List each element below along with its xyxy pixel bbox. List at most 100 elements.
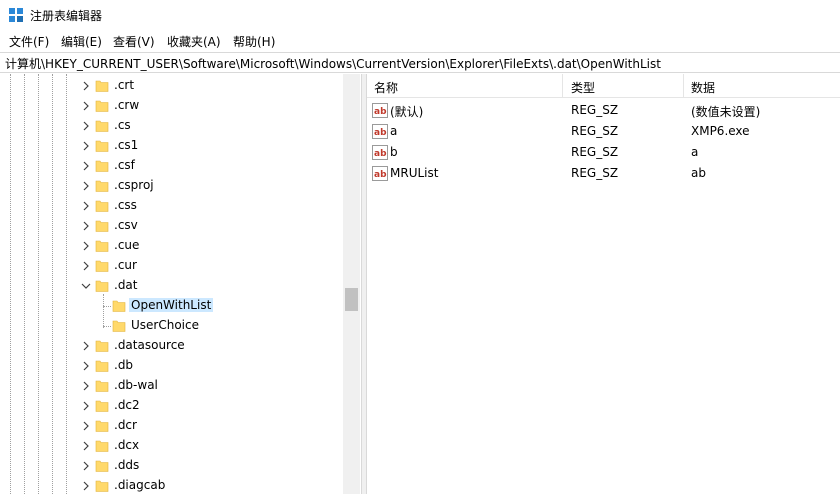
tree-item-label[interactable]: .cue	[112, 238, 141, 252]
tree-item-label[interactable]: .dcx	[112, 438, 141, 452]
chevron-right-icon[interactable]	[80, 260, 92, 272]
tree-item[interactable]: OpenWithList	[0, 296, 345, 316]
tree-item-label[interactable]: .dcr	[112, 418, 139, 432]
chevron-right-icon[interactable]	[80, 400, 92, 412]
tree-item[interactable]: .crt	[0, 76, 345, 96]
folder-icon	[95, 440, 109, 452]
tree-item[interactable]: .csv	[0, 216, 345, 236]
tree-item-label[interactable]: .db	[112, 358, 135, 372]
tree-item-label[interactable]: OpenWithList	[129, 298, 214, 312]
tree-item[interactable]: .crw	[0, 96, 345, 116]
tree-item[interactable]: .csproj	[0, 176, 345, 196]
chevron-right-icon[interactable]	[80, 460, 92, 472]
chevron-right-icon[interactable]	[80, 340, 92, 352]
tree-item[interactable]: UserChoice	[0, 316, 345, 336]
string-value-icon: ab	[372, 103, 388, 118]
tree-item[interactable]: .cs	[0, 116, 345, 136]
tree-item[interactable]: .dds	[0, 456, 345, 476]
chevron-right-icon[interactable]	[80, 440, 92, 452]
tree-item-label[interactable]: .css	[112, 198, 139, 212]
folder-icon	[95, 200, 109, 212]
value-type: REG_SZ	[571, 103, 619, 117]
string-value-icon: ab	[372, 145, 388, 160]
menu-view[interactable]: 查看(V)	[112, 33, 156, 50]
column-name[interactable]: 名称	[374, 79, 398, 96]
chevron-right-icon[interactable]	[80, 160, 92, 172]
chevron-right-icon[interactable]	[80, 80, 92, 92]
menu-help[interactable]: 帮助(H)	[232, 33, 276, 50]
tree-item[interactable]: .db	[0, 356, 345, 376]
tree-item[interactable]: .dcr	[0, 416, 345, 436]
tree-item-label[interactable]: .cs1	[112, 138, 140, 152]
chevron-right-icon[interactable]	[80, 120, 92, 132]
chevron-right-icon[interactable]	[80, 140, 92, 152]
address-path[interactable]: 计算机\HKEY_CURRENT_USER\Software\Microsoft…	[5, 55, 661, 72]
column-divider[interactable]	[683, 74, 684, 98]
chevron-right-icon[interactable]	[80, 480, 92, 492]
tree-item-label[interactable]: .dat	[112, 278, 140, 292]
folder-icon	[95, 220, 109, 232]
tree-item[interactable]: .cs1	[0, 136, 345, 156]
tree-item[interactable]: .cue	[0, 236, 345, 256]
tree-item-label[interactable]: .db-wal	[112, 378, 160, 392]
tree-item[interactable]: .cur	[0, 256, 345, 276]
tree-item-label[interactable]: .dc2	[112, 398, 142, 412]
tree-item[interactable]: .css	[0, 196, 345, 216]
column-divider[interactable]	[562, 74, 563, 98]
address-bar[interactable]: 计算机\HKEY_CURRENT_USER\Software\Microsoft…	[0, 52, 840, 73]
folder-icon	[95, 180, 109, 192]
tree-item-label[interactable]: .cur	[112, 258, 139, 272]
tree-item-label[interactable]: .datasource	[112, 338, 187, 352]
chevron-right-icon[interactable]	[80, 380, 92, 392]
tree-branch-line	[103, 306, 111, 307]
tree-item[interactable]: .dat	[0, 276, 345, 296]
list-item[interactable]: ab MRUList REG_SZ ab	[367, 163, 840, 184]
folder-icon	[95, 280, 109, 292]
folder-icon	[95, 240, 109, 252]
tree-item-label[interactable]: .csf	[112, 158, 137, 172]
chevron-right-icon[interactable]	[80, 200, 92, 212]
folder-icon	[95, 260, 109, 272]
key-tree[interactable]: .crt .crw .cs .cs1 .csf .csproj .css .csv .cue .c…	[0, 74, 361, 494]
menu-edit[interactable]: 编辑(E)	[60, 33, 103, 50]
chevron-right-icon[interactable]	[80, 420, 92, 432]
tree-item[interactable]: .csf	[0, 156, 345, 176]
tree-item-label[interactable]: UserChoice	[129, 318, 201, 332]
value-type: REG_SZ	[571, 145, 619, 159]
tree-item[interactable]: .datasource	[0, 336, 345, 356]
tree-item[interactable]: .db-wal	[0, 376, 345, 396]
value-name: b	[390, 145, 398, 159]
folder-icon	[95, 100, 109, 112]
list-item[interactable]: ab b REG_SZ a	[367, 142, 840, 163]
chevron-right-icon[interactable]	[80, 100, 92, 112]
svg-text:ab: ab	[374, 170, 387, 180]
chevron-right-icon[interactable]	[80, 220, 92, 232]
tree-item-label[interactable]: .cs	[112, 118, 133, 132]
tree-item[interactable]: .diagcab	[0, 476, 345, 494]
value-name: a	[390, 124, 398, 138]
menu-favorites[interactable]: 收藏夹(A)	[166, 33, 222, 50]
chevron-right-icon[interactable]	[80, 180, 92, 192]
value-list[interactable]: 名称 类型 数据 ab (默认) REG_SZ (数值未设置) ab a REG_SZ XMP…	[367, 74, 840, 494]
column-type[interactable]: 类型	[571, 79, 595, 96]
list-item[interactable]: ab (默认) REG_SZ (数值未设置)	[367, 100, 840, 121]
list-item[interactable]: ab a REG_SZ XMP6.exe	[367, 121, 840, 142]
tree-scrollbar-thumb[interactable]	[345, 288, 358, 311]
tree-item-label[interactable]: .dds	[112, 458, 141, 472]
tree-item-label[interactable]: .csv	[112, 218, 140, 232]
tree-item-label[interactable]: .crt	[112, 78, 136, 92]
tree-guide-line	[103, 294, 104, 328]
tree-item[interactable]: .dc2	[0, 396, 345, 416]
tree-item[interactable]: .dcx	[0, 436, 345, 456]
chevron-right-icon[interactable]	[80, 360, 92, 372]
chevron-down-icon[interactable]	[80, 280, 92, 292]
column-data[interactable]: 数据	[691, 79, 715, 96]
tree-item-label[interactable]: .diagcab	[112, 478, 167, 492]
folder-icon	[95, 480, 109, 492]
menu-file[interactable]: 文件(F)	[8, 33, 50, 50]
chevron-right-icon[interactable]	[80, 240, 92, 252]
tree-item-label[interactable]: .csproj	[112, 178, 156, 192]
tree-scrollbar[interactable]	[343, 74, 360, 494]
tree-item-label[interactable]: .crw	[112, 98, 141, 112]
folder-icon	[95, 160, 109, 172]
